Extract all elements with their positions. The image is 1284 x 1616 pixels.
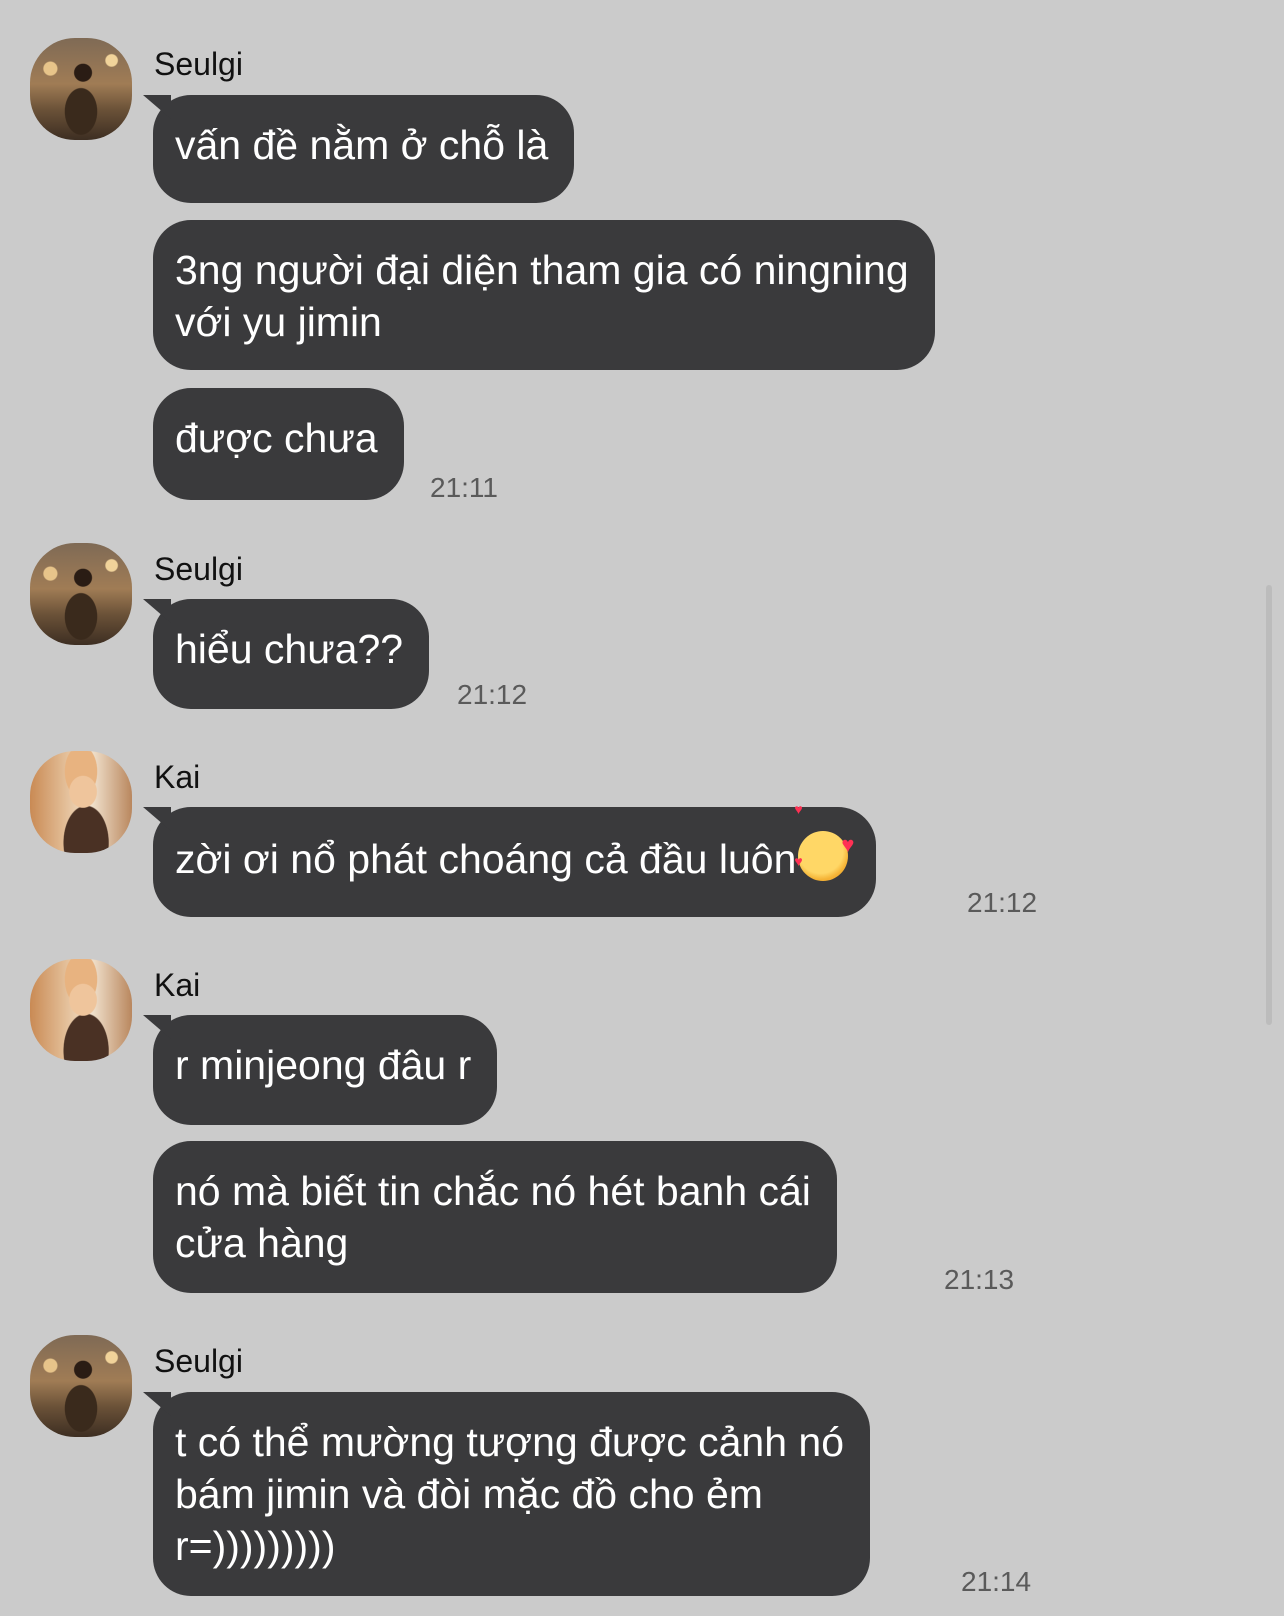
message-bubble[interactable]: r minjeong đâu r xyxy=(153,1015,498,1125)
chat-thread[interactable]: Seulgi vấn đề nằm ở chỗ là 3ng người đại… xyxy=(0,0,1284,1616)
message-bubble[interactable]: nó mà biết tin chắc nó hét banh cái cửa … xyxy=(153,1141,837,1293)
message-bubble[interactable]: t có thể mường tượng được cảnh nó bám ji… xyxy=(153,1392,870,1596)
message-time: 21:12 xyxy=(457,679,528,710)
sender-name: Kai xyxy=(154,967,201,1003)
message-time: 21:13 xyxy=(944,1264,1015,1295)
message-time: 21:11 xyxy=(430,472,498,503)
message-text: zời ơi nổ phát choáng cả đầu luôn xyxy=(175,836,797,882)
avatar[interactable] xyxy=(30,38,132,140)
message-bubble[interactable]: được chưa xyxy=(153,388,404,500)
avatar[interactable] xyxy=(30,1335,132,1437)
message-bubble[interactable]: zời ơi nổ phát choáng cả đầu luôn xyxy=(153,783,877,917)
message-time: 21:14 xyxy=(961,1566,1032,1597)
sender-name: Seulgi xyxy=(154,1343,243,1379)
message-bubble[interactable]: hiểu chưa?? xyxy=(153,599,430,709)
message-bubble[interactable]: vấn đề nằm ở chỗ là xyxy=(153,95,575,203)
avatar[interactable] xyxy=(30,543,132,645)
message-time: 21:12 xyxy=(967,887,1038,918)
scrollbar[interactable] xyxy=(1266,585,1272,1025)
sender-name: Seulgi xyxy=(154,46,243,82)
sender-name: Kai xyxy=(154,759,201,795)
message-bubble[interactable]: 3ng người đại diện tham gia có ningning … xyxy=(153,220,935,370)
smiling-face-with-hearts-icon xyxy=(794,783,854,887)
avatar[interactable] xyxy=(30,959,132,1061)
sender-name: Seulgi xyxy=(154,551,243,587)
avatar[interactable] xyxy=(30,751,132,853)
